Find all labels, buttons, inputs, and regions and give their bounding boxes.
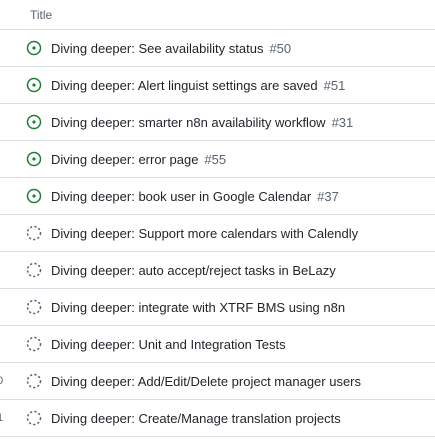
row-title-text[interactable]: Diving deeper: Support more calendars wi…: [51, 226, 358, 241]
issue-draft-icon: [26, 225, 42, 241]
row-number: 1: [0, 412, 4, 424]
row-title[interactable]: Diving deeper: auto accept/reject tasks …: [51, 263, 342, 278]
row-title[interactable]: Diving deeper: Add/Edit/Delete project m…: [51, 374, 367, 389]
issue-number: #50: [269, 40, 292, 56]
issue-number: #37: [317, 188, 339, 204]
issue-open-icon: [26, 188, 42, 204]
row-title-text[interactable]: Diving deeper: Unit and Integration Test…: [51, 337, 286, 352]
table-row[interactable]: Diving deeper: Unit and Integration Test…: [0, 326, 435, 363]
row-title[interactable]: Diving deeper: Support more calendars wi…: [51, 226, 364, 241]
row-title[interactable]: Diving deeper: error page #55: [51, 152, 226, 167]
row-title[interactable]: Diving deeper: book user in Google Calen…: [51, 189, 339, 204]
row-title[interactable]: Diving deeper: smarter n8n availability …: [51, 115, 353, 130]
row-title-text[interactable]: Diving deeper: Create/Manage translation…: [51, 411, 341, 426]
issue-draft-icon: [26, 262, 42, 278]
issue-open-icon: [26, 114, 42, 130]
issue-draft-icon: [26, 373, 42, 389]
row-title-text[interactable]: Diving deeper: book user in Google Calen…: [51, 189, 311, 204]
row-title[interactable]: Diving deeper: Unit and Integration Test…: [51, 337, 292, 352]
issue-number: #55: [204, 151, 227, 167]
row-title-text[interactable]: Diving deeper: Alert linguist settings a…: [51, 78, 318, 93]
table-row[interactable]: 1 Diving deeper: Create/Manage translatio…: [0, 400, 435, 437]
row-title[interactable]: Diving deeper: Alert linguist settings a…: [51, 78, 345, 93]
row-title[interactable]: Diving deeper: See availability status #5…: [51, 41, 291, 56]
table-row[interactable]: Diving deeper: smarter n8n availability …: [0, 104, 435, 141]
row-title-text[interactable]: Diving deeper: smarter n8n availability …: [51, 115, 326, 130]
issue-number: #51: [323, 77, 346, 93]
table-row[interactable]: 0 Diving deeper: Add/Edit/Delete project …: [0, 363, 435, 400]
issue-open-icon: [26, 40, 42, 56]
project-table: Title Diving deeper: See availability st…: [0, 0, 435, 437]
issue-open-icon: [26, 151, 42, 167]
row-title-text[interactable]: Diving deeper: integrate with XTRF BMS u…: [51, 300, 345, 315]
row-number: 0: [0, 375, 4, 387]
row-title[interactable]: Diving deeper: Create/Manage translation…: [51, 411, 347, 426]
row-title[interactable]: Diving deeper: integrate with XTRF BMS u…: [51, 300, 351, 315]
table-row[interactable]: Diving deeper: Support more calendars wi…: [0, 215, 435, 252]
row-title-text[interactable]: Diving deeper: error page: [51, 152, 198, 167]
issue-draft-icon: [26, 336, 42, 352]
title-column-header[interactable]: Title: [30, 8, 52, 22]
row-title-text[interactable]: Diving deeper: See availability status: [51, 41, 263, 56]
issue-open-icon: [26, 77, 42, 93]
table-row[interactable]: Diving deeper: auto accept/reject tasks …: [0, 252, 435, 289]
row-title-text[interactable]: Diving deeper: Add/Edit/Delete project m…: [51, 374, 361, 389]
issue-draft-icon: [26, 410, 42, 426]
table-row[interactable]: Diving deeper: book user in Google Calen…: [0, 178, 435, 215]
table-row[interactable]: Diving deeper: integrate with XTRF BMS u…: [0, 289, 435, 326]
table-header: Title: [0, 0, 435, 30]
table-body: Diving deeper: See availability status #5…: [0, 30, 435, 437]
issue-draft-icon: [26, 299, 42, 315]
table-row[interactable]: Diving deeper: Alert linguist settings a…: [0, 67, 435, 104]
table-row[interactable]: Diving deeper: See availability status #5…: [0, 30, 435, 67]
issue-number: #31: [331, 114, 354, 130]
table-row[interactable]: Diving deeper: error page #55: [0, 141, 435, 178]
row-title-text[interactable]: Diving deeper: auto accept/reject tasks …: [51, 263, 336, 278]
